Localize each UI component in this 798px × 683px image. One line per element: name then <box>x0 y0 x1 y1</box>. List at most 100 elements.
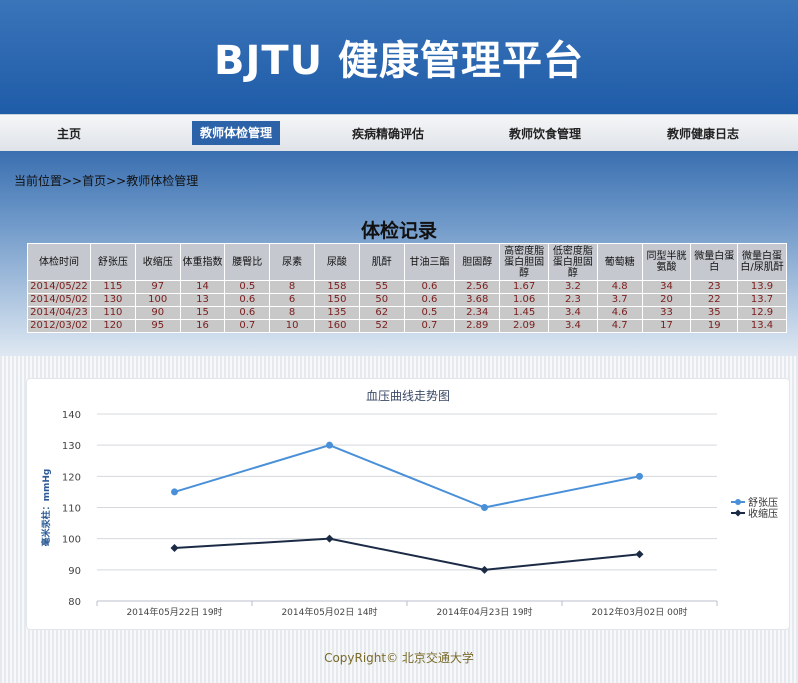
column-header: 微量白蛋白 <box>690 243 739 281</box>
table-cell: 52 <box>358 319 405 333</box>
table-cell: 4.6 <box>596 306 643 320</box>
column-header: 肌酐 <box>358 243 405 281</box>
table-cell: 150 <box>313 293 360 307</box>
table-cell: 17 <box>641 319 692 333</box>
y-tick-label: 120 <box>62 472 81 483</box>
site-title: BJTU 健康管理平台 <box>213 38 585 84</box>
table-cell: 1.67 <box>499 280 550 294</box>
y-tick-label: 130 <box>62 441 81 452</box>
table-cell: 35 <box>690 306 739 320</box>
data-point <box>326 441 333 449</box>
table-cell: 3.4 <box>548 319 598 333</box>
table-cell: 0.6 <box>403 280 456 294</box>
table-cell: 2.3 <box>548 293 598 307</box>
table-cell: 10 <box>269 319 315 333</box>
table-cell: 14 <box>179 280 226 294</box>
legend-label: 舒张压 <box>748 496 778 509</box>
y-tick-label: 140 <box>62 410 81 421</box>
chart-panel: 血压曲线走势图 80 90 100 110 120 130 140 2014年05月22日 19… <box>26 378 790 630</box>
column-header: 体重指数 <box>179 243 226 281</box>
table-header-row: 体检时间 舒张压 收缩压 体重指数 腰臀比 尿素 尿酸 肌酐 甘油三酯 胆固醇 … <box>27 243 787 281</box>
column-header: 尿素 <box>269 243 315 281</box>
column-header: 甘油三酯 <box>403 243 456 281</box>
table-cell: 115 <box>89 280 136 294</box>
main-nav: 主页 教师体检管理 疾病精确评估 教师饮食管理 教师健康日志 <box>0 114 798 152</box>
table-cell: 0.6 <box>224 306 271 320</box>
table-cell: 55 <box>358 280 405 294</box>
column-header: 微量白蛋白/尿肌酐 <box>737 243 787 281</box>
y-tick-label: 110 <box>62 504 81 515</box>
nav-item-teacher-exam[interactable]: 教师体检管理 <box>192 121 281 145</box>
column-header: 收缩压 <box>134 243 181 281</box>
table-cell: 33 <box>641 306 692 320</box>
table-cell: 15 <box>179 306 226 320</box>
table-cell: 2014/04/23 <box>27 306 91 320</box>
table-cell: 22 <box>690 293 739 307</box>
column-header: 胆固醇 <box>454 243 501 281</box>
table-cell: 130 <box>89 293 136 307</box>
table-cell: 8 <box>269 280 315 294</box>
data-point <box>170 544 179 553</box>
y-tick-label: 90 <box>68 566 81 577</box>
table-cell: 13 <box>179 293 226 307</box>
table-cell: 62 <box>358 306 405 320</box>
table-cell: 97 <box>134 280 181 294</box>
table-cell: 20 <box>641 293 692 307</box>
table-row: 2014/05/02 130 100 13 0.6 6 150 50 0.6 3.68 1.06 2.… <box>27 293 787 307</box>
data-point <box>635 550 644 559</box>
table-cell: 50 <box>358 293 405 307</box>
table-cell: 120 <box>89 319 136 333</box>
table-cell: 2012/03/02 <box>27 319 91 333</box>
table-cell: 2014/05/22 <box>27 280 91 294</box>
table-cell: 3.68 <box>454 293 501 307</box>
table-cell: 12.9 <box>737 306 787 320</box>
x-tick-label: 2014年05月22日 19时 <box>126 606 222 618</box>
column-header: 葡萄糖 <box>596 243 643 281</box>
table-cell: 0.6 <box>403 293 456 307</box>
column-header: 高密度脂蛋白胆固醇 <box>499 243 550 281</box>
column-header: 尿酸 <box>313 243 360 281</box>
table-cell: 1.45 <box>499 306 550 320</box>
footer: CopyRight© 北京交通大学 <box>324 651 474 665</box>
nav-item-diet[interactable]: 教师饮食管理 <box>509 123 581 145</box>
table-cell: 0.7 <box>403 319 456 333</box>
header: BJTU 健康管理平台 <box>0 0 798 114</box>
table-cell: 3.7 <box>596 293 643 307</box>
table-cell: 2014/05/02 <box>27 293 91 307</box>
table-cell: 13.4 <box>737 319 787 333</box>
column-header: 低密度脂蛋白胆固醇 <box>548 243 598 281</box>
legend-label: 收缩压 <box>748 507 778 520</box>
table-cell: 90 <box>134 306 181 320</box>
table-cell: 6 <box>269 293 315 307</box>
nav-item-health-log[interactable]: 教师健康日志 <box>667 123 739 145</box>
table-cell: 2.89 <box>454 319 501 333</box>
table-cell: 0.7 <box>224 319 271 333</box>
table-cell: 95 <box>134 319 181 333</box>
table-cell: 0.6 <box>224 293 271 307</box>
table-cell: 158 <box>313 280 360 294</box>
table-cell: 16 <box>179 319 226 333</box>
legend-marker <box>735 499 741 505</box>
x-tick-label: 2014年05月02日 14时 <box>281 606 377 618</box>
table-cell: 2.56 <box>454 280 501 294</box>
series-line <box>174 537 640 571</box>
table-cell: 4.8 <box>596 280 643 294</box>
table-cell: 1.06 <box>499 293 550 307</box>
table-cell: 34 <box>641 280 692 294</box>
x-tick-label: 2014年04月23日 19时 <box>436 606 532 618</box>
record-table: 体检时间 舒张压 收缩压 体重指数 腰臀比 尿素 尿酸 肌酐 甘油三酯 胆固醇 … <box>27 243 787 333</box>
column-header: 体检时间 <box>27 243 91 281</box>
y-tick-label: 100 <box>62 535 81 546</box>
chart-title: 血压曲线走势图 <box>366 389 450 403</box>
table-cell: 100 <box>134 293 181 307</box>
bp-line-chart: 血压曲线走势图 80 90 100 110 120 130 140 2014年05月22日 19… <box>40 389 778 618</box>
nav-item-disease-assessment[interactable]: 疾病精确评估 <box>352 123 424 145</box>
table-cell: 3.2 <box>548 280 598 294</box>
data-point <box>480 565 489 574</box>
table-row: 2012/03/02 120 95 16 0.7 10 160 52 0.7 2.89 2.09 3.… <box>27 319 787 333</box>
table-row: 2014/04/23 110 90 15 0.6 8 135 62 0.5 2.34 1.45 3.4… <box>27 306 787 320</box>
table-cell: 8 <box>269 306 315 320</box>
table-cell: 2.09 <box>499 319 550 333</box>
nav-item-home[interactable]: 主页 <box>57 123 81 145</box>
table-cell: 160 <box>313 319 360 333</box>
